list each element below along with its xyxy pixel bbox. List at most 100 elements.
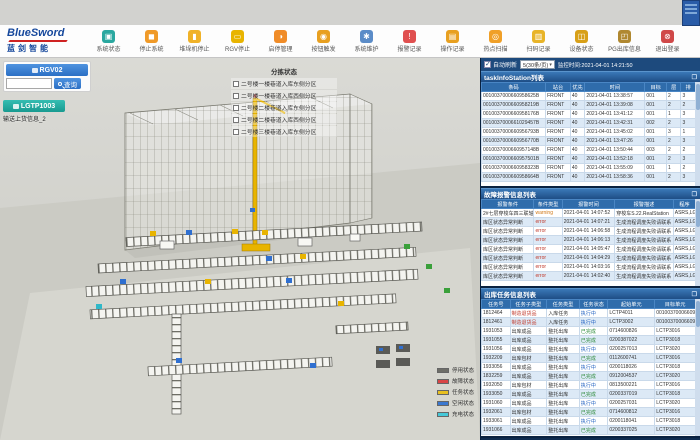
scrollbar-thumb[interactable] bbox=[696, 84, 700, 110]
table-row[interactable]: 0010037000660956770BFRONT402021-04-01 13… bbox=[482, 137, 696, 146]
table-row[interactable]: 库区状态异常判断error2021-04-01 14:03:16生成流程调度失败… bbox=[482, 263, 696, 272]
table-row[interactable]: 0010037000661029457BFRONT402021-04-01 13… bbox=[482, 119, 696, 128]
legend-swatch bbox=[437, 412, 449, 417]
table-cell: 出库成品 bbox=[510, 336, 547, 345]
table-cell: 1931056 bbox=[482, 345, 511, 354]
toolbar-item-3[interactable]: ▭RGV停止 bbox=[217, 30, 258, 53]
legend: 停用状态故障状态任务状态空闲状态充电状态 bbox=[437, 366, 474, 418]
table-cell: FRONT bbox=[546, 128, 571, 137]
table-row[interactable]: 1933050出库成品整托出库已完成0200337019LCTP3018 bbox=[482, 390, 696, 399]
table-cell: 1931060 bbox=[482, 399, 511, 408]
station-button[interactable]: LGTP1003 bbox=[3, 100, 65, 112]
warehouse-viewport[interactable]: RGV02 查询 LGTP1003 输送上货信息 bbox=[0, 58, 480, 440]
table-row[interactable]: 2#七层穿梭车四三联轴报警warning2021-04-01 14:07:52穿… bbox=[482, 209, 696, 218]
sorting-option-4[interactable]: 二号楼三楼巷道入库东侧分区 bbox=[231, 126, 337, 137]
table-row[interactable]: 1812461制造退货品入库任务执行中LCTP30020010037000660… bbox=[482, 318, 696, 327]
column-header[interactable]: 报警条件 bbox=[482, 200, 534, 209]
table-row[interactable]: 库区状态异常判断error2021-04-01 14:05:47生成流程调度失败… bbox=[482, 245, 696, 254]
table-cell: 库区状态异常判断 bbox=[482, 263, 534, 272]
sorting-option-2[interactable]: 二号楼二楼巷道入库东侧分区 bbox=[231, 102, 337, 113]
column-header[interactable]: 条件类型 bbox=[534, 200, 562, 209]
table-row[interactable]: 1931060出库成品整托出库执行中0200257031LCTP3020 bbox=[482, 399, 696, 408]
sorting-option-0[interactable]: 二号楼一楼巷道入库东侧分区 bbox=[231, 78, 337, 89]
search-button[interactable]: 查询 bbox=[54, 78, 81, 89]
column-header[interactable]: 任务号 bbox=[482, 300, 511, 309]
table-row[interactable]: 1931055出库成品整托出库已完成0200387022LCTP3018 bbox=[482, 336, 696, 345]
column-header[interactable]: 报警时间 bbox=[562, 200, 614, 209]
column-header[interactable]: 目标单元 bbox=[655, 300, 696, 309]
page-size-select[interactable]: 5(30条/页) ▾ bbox=[520, 60, 555, 69]
toolbar-item-8[interactable]: ▤操作记录 bbox=[432, 30, 473, 53]
toolbar-item-0[interactable]: ▣系统状态 bbox=[88, 30, 129, 53]
toolbar-item-9[interactable]: ◎热点扫描 bbox=[475, 30, 516, 53]
toolbar-item-12[interactable]: ◰PG出库信息 bbox=[604, 30, 645, 53]
column-header[interactable]: 站台 bbox=[546, 83, 571, 92]
expand-icon[interactable]: ❐ bbox=[692, 191, 697, 198]
table-row[interactable]: 1933061出库成品整托出库执行中0200118041LCTP3018 bbox=[482, 417, 696, 426]
table-row[interactable]: 0010037000660958625BFRONT402021-04-01 13… bbox=[482, 92, 696, 101]
table-row[interactable]: 1931053出库成品整托出库已完成0714600826LCTP3016 bbox=[482, 327, 696, 336]
table-cell: LCTP3020 bbox=[655, 426, 696, 435]
column-header[interactable]: 报警描述 bbox=[615, 200, 674, 209]
table-row[interactable]: 1931066出库成品整托出库已完成0200337025LCTP3020 bbox=[482, 426, 696, 435]
scrollbar[interactable] bbox=[695, 82, 700, 186]
table-row[interactable]: 库区状态异常判断error2021-04-01 14:06:58生成流程调度失败… bbox=[482, 227, 696, 236]
column-header[interactable]: 起始单元 bbox=[608, 300, 655, 309]
sorting-option-1[interactable]: 二号楼一楼巷道入库西侧分区 bbox=[231, 90, 337, 101]
table-cell: ASRS,LG2 bbox=[673, 272, 695, 281]
table-row[interactable]: 0010037000660957148BFRONT402021-04-01 13… bbox=[482, 146, 696, 155]
scrollbar[interactable] bbox=[695, 199, 700, 286]
toolbar-item-4[interactable]: ◑启停管理 bbox=[260, 30, 301, 53]
table-row[interactable]: 0010037000660958219BFRONT402021-04-01 13… bbox=[482, 101, 696, 110]
table-row[interactable]: 1832259出库成品整托出库已完成0912004537LCTP3020 bbox=[482, 372, 696, 381]
toolbar-item-6[interactable]: ✱系统维护 bbox=[346, 30, 387, 53]
table-cell: FRONT bbox=[546, 92, 571, 101]
scrollbar[interactable] bbox=[695, 299, 700, 436]
expand-icon[interactable]: ❐ bbox=[692, 74, 697, 81]
table-cell: 已完成 bbox=[579, 408, 608, 417]
toolbar-item-5[interactable]: ◉按钮触发 bbox=[303, 30, 344, 53]
column-header[interactable]: 任务子类型 bbox=[510, 300, 547, 309]
column-header[interactable]: 优先 bbox=[570, 83, 584, 92]
column-header[interactable]: 条码 bbox=[482, 83, 546, 92]
table-row[interactable]: 0010037000660957501BFRONT402021-04-01 13… bbox=[482, 155, 696, 164]
column-header[interactable]: 任务状态 bbox=[579, 300, 608, 309]
scrollbar-thumb[interactable] bbox=[696, 201, 700, 227]
column-header[interactable]: 程序 bbox=[673, 200, 695, 209]
toolbar-item-1[interactable]: ◼停止系统 bbox=[131, 30, 172, 53]
table-cell: 0714600812 bbox=[608, 408, 655, 417]
rgv-button[interactable]: RGV02 bbox=[6, 64, 88, 76]
table-row[interactable]: 1932061出库包材整托出库已完成0714600812LCTP3016 bbox=[482, 408, 696, 417]
auto-refresh-checkbox[interactable]: 自动刷新 bbox=[484, 60, 517, 69]
sorting-option-3[interactable]: 二号楼二楼巷道入库西侧分区 bbox=[231, 114, 337, 125]
table-row[interactable]: 库区状态异常判断error2021-04-01 14:06:13生成流程调度失败… bbox=[482, 236, 696, 245]
table-row[interactable]: 库区状态异常判断error2021-04-01 14:04:29生成流程调度失败… bbox=[482, 254, 696, 263]
table-row[interactable]: 库区状态异常判断error2021-04-01 14:02:40生成流程调度失败… bbox=[482, 272, 696, 281]
toolbar-item-10[interactable]: ▥扫码记录 bbox=[518, 30, 559, 53]
search-input[interactable] bbox=[6, 78, 52, 89]
table-row[interactable]: 0010037000660958664BFRONT402021-04-01 13… bbox=[482, 173, 696, 182]
table-row[interactable]: 1932050出库包材整托出库执行中0813500221LCTP3016 bbox=[482, 381, 696, 390]
toolbar-item-2[interactable]: ▮堆垛机停止 bbox=[174, 30, 215, 53]
column-header[interactable]: 目标 bbox=[645, 83, 667, 92]
mini-floating-window[interactable] bbox=[682, 0, 700, 26]
toolbar-item-13[interactable]: ⊗退出登录 bbox=[647, 30, 688, 53]
scrollbar-thumb[interactable] bbox=[696, 301, 700, 327]
toolbar-item-7[interactable]: !报警记录 bbox=[389, 30, 430, 53]
table-row[interactable]: 1933056出库成品整托出库执行中0200118026LCTP3018 bbox=[482, 363, 696, 372]
table-row[interactable]: 0010037000660958176BFRONT402021-04-01 13… bbox=[482, 110, 696, 119]
column-header[interactable]: 时间 bbox=[585, 83, 645, 92]
table-row[interactable]: 1931056出库成品整托出库执行中0200257013LCTP3020 bbox=[482, 345, 696, 354]
legend-item: 故障状态 bbox=[437, 377, 474, 385]
toolbar-item-11[interactable]: ◫设备状态 bbox=[561, 30, 602, 53]
column-header[interactable]: 任务类型 bbox=[547, 300, 580, 309]
expand-icon[interactable]: ❐ bbox=[692, 291, 697, 298]
table-row[interactable]: 0010037000660956793BFRONT402021-04-01 13… bbox=[482, 128, 696, 137]
column-header[interactable]: 排 bbox=[681, 83, 696, 92]
table-row[interactable]: 库区状态异常判断error2021-04-01 14:07:21生成流程调度失败… bbox=[482, 218, 696, 227]
checkbox-icon bbox=[233, 129, 239, 135]
column-header[interactable]: 层 bbox=[667, 83, 681, 92]
table-row[interactable]: 1812464制造退货品入库任务执行中LCTP40110010037000660… bbox=[482, 309, 696, 318]
table-row[interactable]: 1932209出库包材整托出库已完成0112600741LCTP3016 bbox=[482, 354, 696, 363]
table-row[interactable]: 0010037000660958323BFRONT402021-04-01 13… bbox=[482, 164, 696, 173]
